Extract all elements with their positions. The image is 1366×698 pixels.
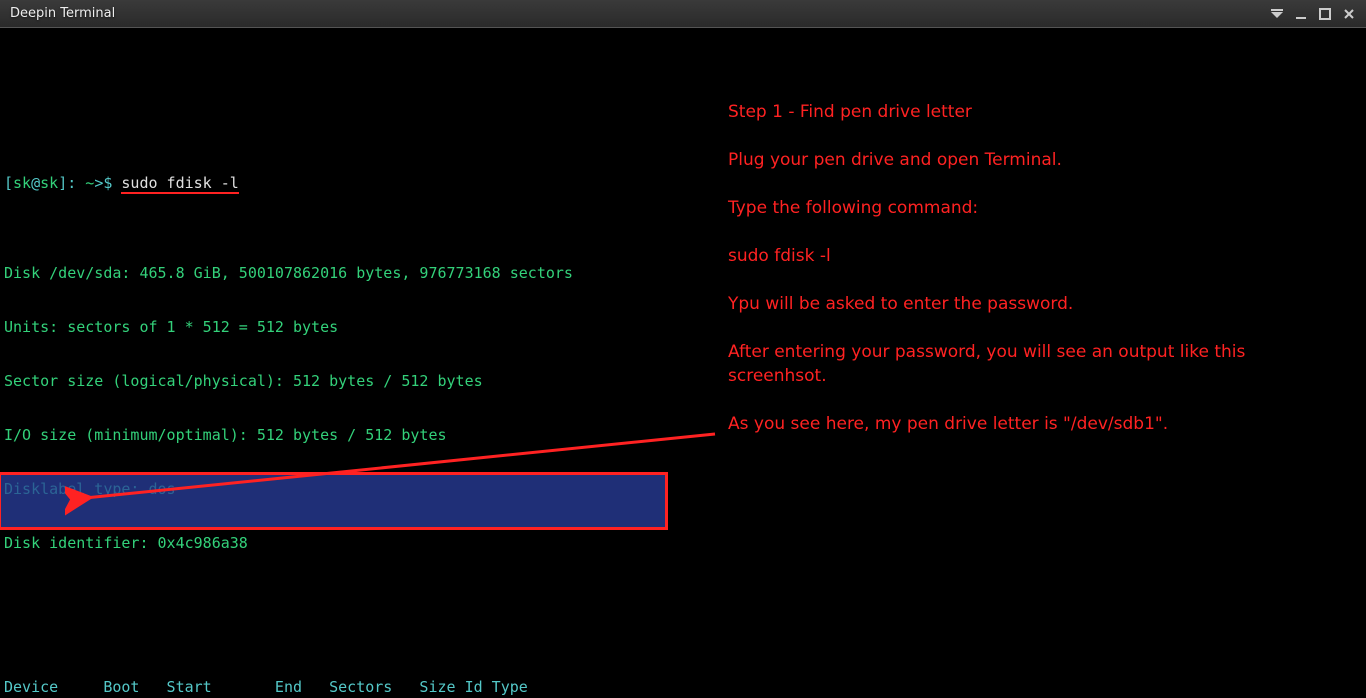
prompt-bracket2: ]:: [58, 174, 85, 192]
prompt-at: @: [31, 174, 40, 192]
instruction-line3: Ypu will be asked to enter the password.: [728, 292, 1348, 316]
sda-disklabel: Disklabel type: dos: [4, 480, 1362, 498]
prompt-bracket: [: [4, 174, 13, 192]
instruction-line1: Plug your pen drive and open Terminal.: [728, 148, 1348, 172]
prompt-cwd: ~: [85, 174, 94, 192]
instruction-line4: After entering your password, you will s…: [728, 340, 1348, 388]
instruction-line2: Type the following command:: [728, 196, 1348, 220]
window-minimize-icon[interactable]: [1290, 5, 1312, 23]
window-titlebar: Deepin Terminal: [0, 0, 1366, 28]
prompt-user: sk: [13, 174, 31, 192]
window-menu-icon[interactable]: [1266, 5, 1288, 23]
typed-command: sudo fdisk -l: [121, 174, 238, 194]
instruction-cmd: sudo fdisk -l: [728, 244, 1348, 268]
window-maximize-icon[interactable]: [1314, 5, 1336, 23]
sda-table-header: Device Boot Start End Sectors Size Id Ty…: [4, 678, 1362, 696]
sda-identifier: Disk identifier: 0x4c986a38: [4, 534, 1362, 552]
step-title: Step 1 - Find pen drive letter: [728, 100, 1348, 124]
prompt-symbol: >$: [94, 174, 112, 192]
prompt-host: sk: [40, 174, 58, 192]
window-close-icon[interactable]: [1338, 5, 1360, 23]
instruction-panel: Step 1 - Find pen drive letter Plug your…: [728, 100, 1348, 460]
blank-line: [4, 588, 1362, 606]
window-title: Deepin Terminal: [10, 5, 115, 23]
instruction-line5: As you see here, my pen drive letter is …: [728, 412, 1348, 436]
